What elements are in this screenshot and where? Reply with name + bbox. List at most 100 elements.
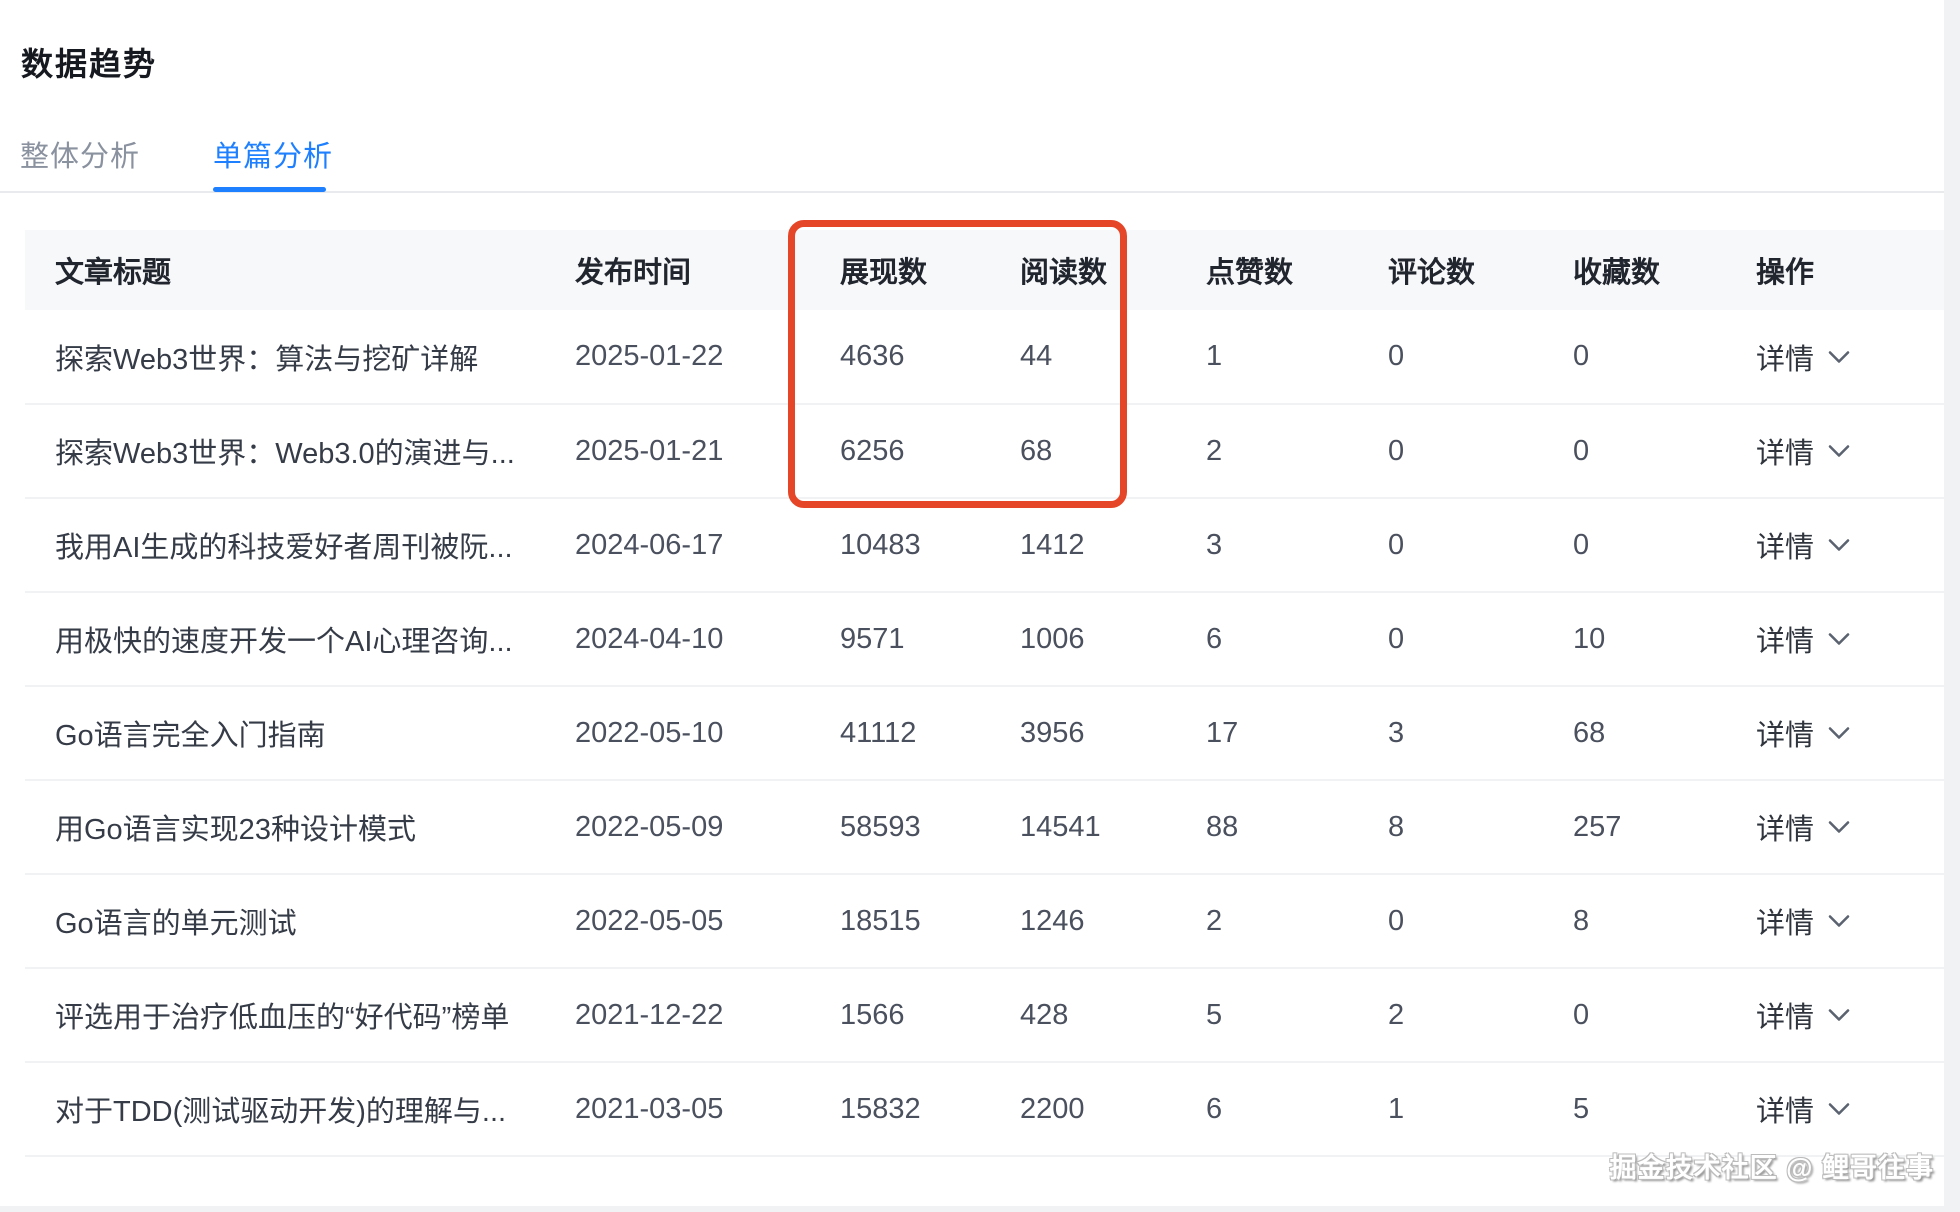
reads-cell: 3956 [1004,686,1190,780]
chevron-down-icon [1828,632,1850,646]
table-row: 用极快的速度开发一个AI心理咨询... 2024-04-10 9571 1006… [25,592,1948,686]
reads-cell: 44 [1004,310,1190,404]
column-header-6: 收藏数 [1557,230,1740,310]
comments-cell: 3 [1372,686,1557,780]
chevron-down-icon [1828,350,1850,364]
detail-button[interactable]: 详情 [1756,524,1850,566]
impressions-cell: 4636 [824,310,1004,404]
page-title: 数据趋势 [21,39,157,85]
table-header: 文章标题发布时间展现数阅读数点赞数评论数收藏数操作 [25,230,1948,310]
detail-button-label: 详情 [1756,1088,1814,1130]
impressions-cell: 9571 [824,592,1004,686]
watermark-text: 掘金技术社区 @ 鲤哥往事 [1610,1146,1934,1185]
detail-button-label: 详情 [1756,994,1814,1036]
comments-cell: 8 [1372,780,1557,874]
impressions-cell: 18515 [824,874,1004,968]
action-cell: 详情 [1740,780,1948,874]
table-row: 我用AI生成的科技爱好者周刊被阮... 2024-06-17 10483 141… [25,498,1948,592]
detail-button[interactable]: 详情 [1756,712,1850,754]
table-row: 探索Web3世界：算法与挖矿详解 2025-01-22 4636 44 1 0 … [25,310,1948,404]
chevron-down-icon [1828,726,1850,740]
table-row: Go语言完全入门指南 2022-05-10 41112 3956 17 3 68… [25,686,1948,780]
chevron-down-icon [1828,538,1850,552]
likes-cell: 5 [1190,968,1372,1062]
publish-date-cell: 2025-01-22 [559,310,824,404]
favorites-cell: 5 [1557,1062,1740,1156]
detail-button[interactable]: 详情 [1756,994,1850,1036]
column-header-4: 点赞数 [1190,230,1372,310]
table-row: 对于TDD(测试驱动开发)的理解与... 2021-03-05 15832 22… [25,1062,1948,1156]
column-header-7: 操作 [1740,230,1948,310]
article-title-cell: 探索Web3世界：Web3.0的演进与... [25,404,559,498]
likes-cell: 6 [1190,592,1372,686]
detail-button[interactable]: 详情 [1756,900,1850,942]
chevron-down-icon [1828,1008,1850,1022]
detail-button[interactable]: 详情 [1756,336,1850,378]
article-title-cell: 用Go语言实现23种设计模式 [25,780,559,874]
chevron-down-icon [1828,914,1850,928]
detail-button-label: 详情 [1756,618,1814,660]
action-cell: 详情 [1740,968,1948,1062]
column-header-0: 文章标题 [25,230,559,310]
detail-button-label: 详情 [1756,712,1814,754]
publish-date-cell: 2022-05-09 [559,780,824,874]
reads-cell: 2200 [1004,1062,1190,1156]
tab-single-article-analysis[interactable]: 单篇分析 [213,133,333,175]
comments-cell: 1 [1372,1062,1557,1156]
scrollbar-track [1944,0,1960,1212]
comments-cell: 2 [1372,968,1557,1062]
favorites-cell: 0 [1557,404,1740,498]
publish-date-cell: 2022-05-10 [559,686,824,780]
publish-date-cell: 2022-05-05 [559,874,824,968]
comments-cell: 0 [1372,498,1557,592]
publish-date-cell: 2021-03-05 [559,1062,824,1156]
table-body: 探索Web3世界：算法与挖矿详解 2025-01-22 4636 44 1 0 … [25,310,1948,1156]
bottom-cutoff-strip [0,1206,1960,1212]
detail-button[interactable]: 详情 [1756,1088,1850,1130]
column-header-5: 评论数 [1372,230,1557,310]
impressions-cell: 10483 [824,498,1004,592]
favorites-cell: 0 [1557,310,1740,404]
detail-button[interactable]: 详情 [1756,806,1850,848]
article-title-cell: Go语言的单元测试 [25,874,559,968]
detail-button-label: 详情 [1756,524,1814,566]
article-title-cell: 对于TDD(测试驱动开发)的理解与... [25,1062,559,1156]
action-cell: 详情 [1740,498,1948,592]
detail-button[interactable]: 详情 [1756,618,1850,660]
publish-date-cell: 2024-04-10 [559,592,824,686]
action-cell: 详情 [1740,874,1948,968]
action-cell: 详情 [1740,592,1948,686]
comments-cell: 0 [1372,874,1557,968]
action-cell: 详情 [1740,404,1948,498]
likes-cell: 1 [1190,310,1372,404]
detail-button-label: 详情 [1756,806,1814,848]
tab-overall-analysis[interactable]: 整体分析 [20,133,140,175]
favorites-cell: 8 [1557,874,1740,968]
action-cell: 详情 [1740,310,1948,404]
article-title-cell: 用极快的速度开发一个AI心理咨询... [25,592,559,686]
action-cell: 详情 [1740,686,1948,780]
comments-cell: 0 [1372,404,1557,498]
reads-cell: 1246 [1004,874,1190,968]
articles-stats-table: 文章标题发布时间展现数阅读数点赞数评论数收藏数操作 探索Web3世界：算法与挖矿… [25,230,1948,1157]
favorites-cell: 0 [1557,498,1740,592]
table-header-row: 文章标题发布时间展现数阅读数点赞数评论数收藏数操作 [25,230,1948,310]
reads-cell: 68 [1004,404,1190,498]
table-row: 用Go语言实现23种设计模式 2022-05-09 58593 14541 88… [25,780,1948,874]
detail-button-label: 详情 [1756,430,1814,472]
likes-cell: 2 [1190,404,1372,498]
reads-cell: 14541 [1004,780,1190,874]
impressions-cell: 1566 [824,968,1004,1062]
publish-date-cell: 2024-06-17 [559,498,824,592]
comments-cell: 0 [1372,592,1557,686]
detail-button[interactable]: 详情 [1756,430,1850,472]
table-row: 探索Web3世界：Web3.0的演进与... 2025-01-21 6256 6… [25,404,1948,498]
reads-cell: 1006 [1004,592,1190,686]
favorites-cell: 10 [1557,592,1740,686]
likes-cell: 17 [1190,686,1372,780]
impressions-cell: 15832 [824,1062,1004,1156]
likes-cell: 2 [1190,874,1372,968]
chevron-down-icon [1828,820,1850,834]
active-tab-underline [213,187,326,192]
favorites-cell: 68 [1557,686,1740,780]
